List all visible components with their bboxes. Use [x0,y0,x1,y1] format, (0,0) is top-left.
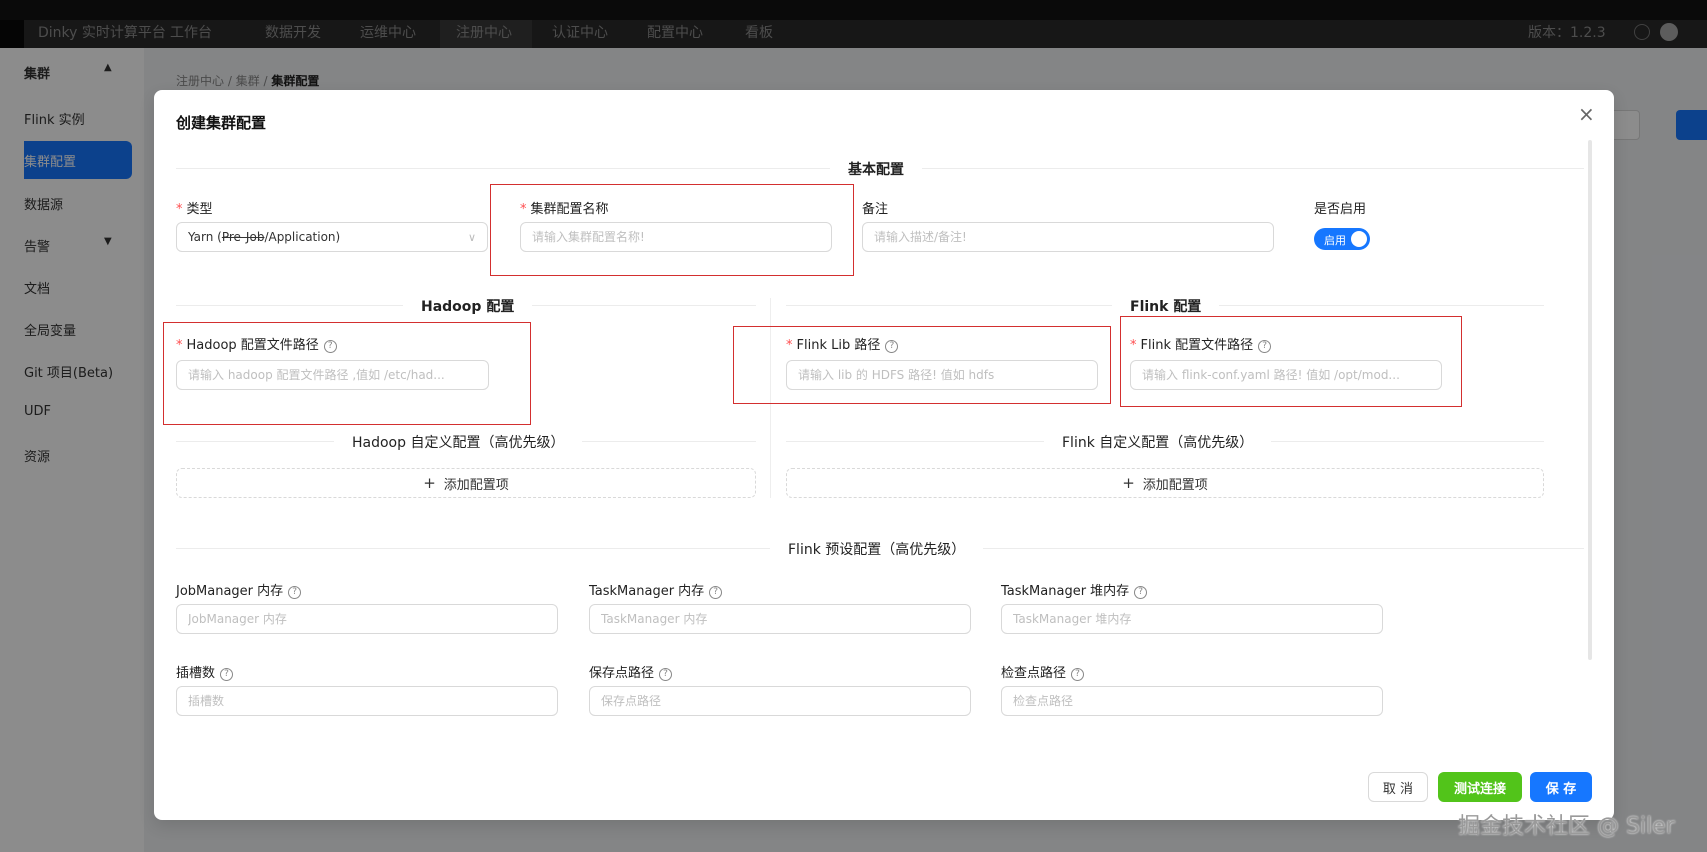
note-label: 备注 [862,202,889,217]
help-icon[interactable]: ? [1071,668,1085,681]
plus-icon: + [1122,474,1135,492]
jobmanager-memory-input[interactable] [176,604,558,634]
jobmanager-memory-label: JobManager 内存? [176,580,302,599]
section-basic-config: 基本配置 [830,159,922,179]
section-hadoop-custom: Hadoop 自定义配置（高优先级） [334,432,583,452]
modal-scrollbar[interactable] [1588,140,1592,660]
switch-knob [1351,231,1367,247]
enabled-switch-text: 启用 [1324,234,1346,247]
taskmanager-memory-label: TaskManager 内存? [589,580,723,599]
checkpoint-path-label: 检查点路径? [1001,662,1085,681]
slots-label: 插槽数? [176,662,234,681]
close-icon[interactable]: × [1578,104,1595,124]
help-icon[interactable]: ? [220,668,234,681]
highlight-box-flink-lib [733,326,1111,404]
type-select-value: Yarn (Pre-Job/Application) [188,230,341,244]
enabled-switch[interactable]: 启用 [1314,228,1370,250]
taskmanager-memory-input[interactable] [589,604,971,634]
slots-input[interactable] [176,686,558,716]
test-connection-button[interactable]: 测试连接 [1438,772,1522,802]
chevron-down-icon: ∨ [467,230,476,244]
note-input[interactable] [862,222,1274,252]
help-icon[interactable]: ? [288,586,302,599]
flink-add-config-label: 添加配置项 [1142,477,1208,493]
watermark: 掘金技术社区 @ Siler [1458,814,1675,839]
savepoint-path-label: 保存点路径? [589,662,673,681]
hadoop-add-config-button[interactable]: + 添加配置项 [176,468,756,498]
plus-icon: + [423,474,436,492]
taskmanager-heap-input[interactable] [1001,604,1383,634]
checkpoint-path-input[interactable] [1001,686,1383,716]
flink-add-config-button[interactable]: + 添加配置项 [786,468,1544,498]
savepoint-path-input[interactable] [589,686,971,716]
type-select[interactable]: Yarn (Pre-Job/Application) ∨ [176,222,488,252]
highlight-box-cluster-name [490,184,854,276]
help-icon[interactable]: ? [659,668,673,681]
highlight-box-flink-conf [1120,316,1462,407]
highlight-box-hadoop-conf [163,322,531,425]
section-hadoop-config: Hadoop 配置 [403,296,533,316]
hadoop-add-config-label: 添加配置项 [443,477,509,493]
taskmanager-heap-label: TaskManager 堆内存? [1001,580,1148,599]
help-icon[interactable]: ? [1134,586,1148,599]
section-flink-preset: Flink 预设配置（高优先级） [770,539,984,559]
save-button[interactable]: 保 存 [1530,772,1592,802]
section-flink-config: Flink 配置 [1112,296,1220,316]
modal-title: 创建集群配置 [176,114,267,132]
type-label: * 类型 [176,202,213,217]
cancel-button[interactable]: 取 消 [1368,772,1428,802]
section-flink-custom: Flink 自定义配置（高优先级） [1044,432,1272,452]
enabled-label: 是否启用 [1314,202,1367,217]
help-icon[interactable]: ? [709,586,723,599]
